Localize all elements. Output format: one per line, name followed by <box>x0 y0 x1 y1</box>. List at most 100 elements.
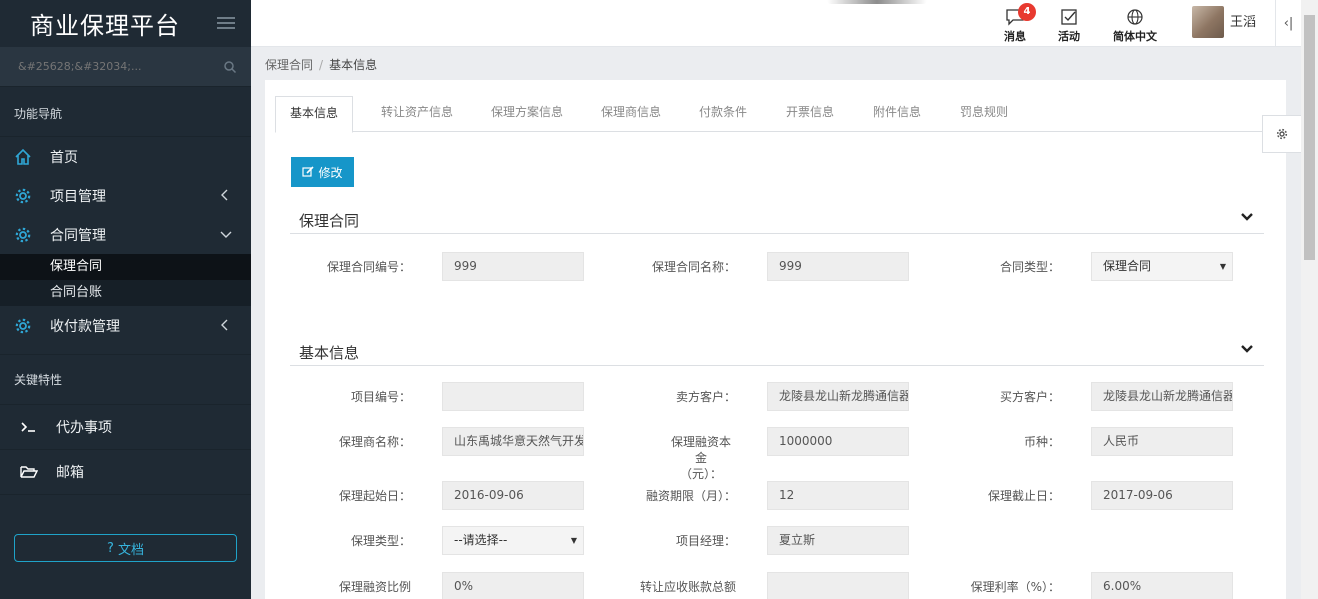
gear-icon <box>14 226 32 244</box>
sidebar-item-project[interactable]: 项目管理 <box>0 176 251 215</box>
sidebar-item-label: 邮箱 <box>56 465 84 481</box>
contract-no-field[interactable]: 999 <box>442 252 584 281</box>
tab-basic-info[interactable]: 基本信息 <box>275 96 354 133</box>
sidebar-item-todo[interactable]: 代办事项 <box>0 405 251 450</box>
question-icon: ? <box>107 540 114 556</box>
hamburger-menu-icon[interactable] <box>217 17 235 32</box>
messages-button[interactable]: 4 消息 <box>1004 3 1036 44</box>
sidebar-item-payments[interactable]: 收付款管理 <box>0 306 251 345</box>
gear-icon <box>14 187 32 205</box>
search-icon[interactable] <box>223 60 237 74</box>
activity-label: 活动 <box>1058 30 1080 43</box>
activity-button[interactable]: 活动 <box>1058 8 1080 44</box>
tab-payment-terms[interactable]: 付款条件 <box>685 96 761 132</box>
sidebar-divider <box>0 345 251 355</box>
buyer-field[interactable]: 龙陵县龙山新龙腾通信器材 <box>1091 382 1233 411</box>
breadcrumb-separator: / <box>319 58 324 72</box>
label-principal-line1: 保理融资本金 <box>670 435 731 465</box>
docs-button[interactable]: ? 文档 <box>14 534 237 562</box>
sidebar-subitem-factoring-contract[interactable]: 保理合同 <box>0 254 251 280</box>
start-date-field[interactable]: 2016-09-06 <box>442 481 584 510</box>
rate-field[interactable]: 6.00% <box>1091 572 1233 599</box>
chevron-down-icon <box>220 231 232 238</box>
sidebar-subitem-contract-ledger[interactable]: 合同台账 <box>0 280 251 306</box>
chevron-left-icon <box>221 319 228 331</box>
language-button[interactable]: 简体中文 <box>1113 8 1157 44</box>
tab-bar: 基本信息 转让资产信息 保理方案信息 保理商信息 付款条件 开票信息 附件信息 … <box>275 96 1264 133</box>
language-label: 简体中文 <box>1113 30 1157 43</box>
checkbox-icon <box>1059 8 1079 26</box>
section-contract-header[interactable]: 保理合同 <box>290 204 1264 234</box>
tab-penalty-rules[interactable]: 罚息规则 <box>946 96 1022 132</box>
chevron-left-bar-icon: ‹| <box>1283 16 1294 31</box>
term-field[interactable]: 12 <box>767 481 909 510</box>
folder-open-icon <box>20 465 38 479</box>
settings-float-button[interactable] <box>1262 115 1302 153</box>
label-factoring-type: 保理类型： <box>350 534 411 548</box>
label-end-date: 保理截止日： <box>987 489 1060 503</box>
tab-invoice-info[interactable]: 开票信息 <box>772 96 848 132</box>
collapse-right-panel-button[interactable]: ‹| <box>1275 0 1301 47</box>
sidebar-item-label: 首页 <box>50 149 78 166</box>
gear-icon <box>14 317 32 335</box>
label-start-date: 保理起始日： <box>338 489 411 503</box>
terminal-icon <box>20 420 38 434</box>
edit-button[interactable]: 修改 <box>291 157 354 187</box>
label-principal: 保理融资本金 （元）： <box>596 434 736 482</box>
sidebar-item-home[interactable]: 首页 <box>0 137 251 176</box>
transfer-total-field[interactable] <box>767 572 909 599</box>
label-seller: 卖方客户： <box>675 390 736 404</box>
principal-field[interactable]: 1000000 <box>767 427 909 456</box>
page-scrollbar[interactable] <box>1301 0 1318 599</box>
chevron-down-icon[interactable] <box>1240 210 1254 224</box>
top-bar: 4 消息 活动 简体中文 王滔 ‹| <box>251 0 1318 47</box>
sidebar-item-label: 项目管理 <box>50 188 106 205</box>
factoring-type-select[interactable]: --请选择-- <box>442 526 584 555</box>
contract-type-select[interactable]: 保理合同 <box>1091 252 1233 281</box>
sidebar-item-mailbox[interactable]: 邮箱 <box>0 450 251 495</box>
end-date-field[interactable]: 2017-09-06 <box>1091 481 1233 510</box>
seller-field[interactable]: 龙陵县龙山新龙腾通信器材 <box>767 382 909 411</box>
search-input[interactable] <box>18 60 198 73</box>
breadcrumb-parent[interactable]: 保理合同 <box>265 58 313 72</box>
feature-section-label: 关键特性 <box>0 355 251 405</box>
section-basic-header[interactable]: 基本信息 <box>290 336 1264 366</box>
chevron-down-icon[interactable] <box>1240 342 1254 356</box>
brand: 商业保理平台 <box>0 0 251 47</box>
label-contract-type: 合同类型： <box>999 260 1060 274</box>
brand-title: 商业保理平台 <box>30 12 180 40</box>
edit-button-label: 修改 <box>318 165 343 180</box>
main-panel: 基本信息 转让资产信息 保理方案信息 保理商信息 付款条件 开票信息 附件信息 … <box>265 80 1286 599</box>
label-manager: 项目经理： <box>675 534 736 548</box>
currency-field[interactable]: 人民币 <box>1091 427 1233 456</box>
project-no-field[interactable] <box>442 382 584 411</box>
sidebar: 商业保理平台 功能导航 首页 项目管理 合同管理 保理合同 合同台账 收付款管理 <box>0 0 251 599</box>
tab-transfer-assets[interactable]: 转让资产信息 <box>367 96 467 132</box>
docs-button-label: 文档 <box>117 542 144 558</box>
edit-icon <box>302 166 315 177</box>
label-project-no: 项目编号： <box>350 390 411 404</box>
label-contract-name: 保理合同名称： <box>651 260 736 274</box>
sidebar-search <box>0 47 251 87</box>
contract-name-field[interactable]: 999 <box>767 252 909 281</box>
sidebar-item-label: 收付款管理 <box>50 318 120 335</box>
factor-name-field[interactable]: 山东禹城华意天然气开发有限公司 <box>442 427 584 456</box>
tab-attachments[interactable]: 附件信息 <box>859 96 935 132</box>
nav-section-label: 功能导航 <box>0 87 251 137</box>
label-term: 融资期限（月）： <box>645 489 736 503</box>
avatar[interactable] <box>1192 6 1224 38</box>
scrollbar-thumb[interactable] <box>1304 15 1315 260</box>
financing-ratio-field[interactable]: 0% <box>442 572 584 599</box>
globe-icon <box>1125 8 1145 26</box>
label-contract-no: 保理合同编号： <box>326 260 411 274</box>
username[interactable]: 王滔 <box>1230 11 1256 30</box>
top-shadow <box>827 0 927 4</box>
label-currency: 币种： <box>1023 435 1060 449</box>
label-financing-ratio: 保理融资比例 <box>338 580 411 594</box>
label-principal-line2: （元）： <box>679 467 722 481</box>
manager-field[interactable]: 夏立斯 <box>767 526 909 555</box>
tab-factor-info[interactable]: 保理商信息 <box>587 96 675 132</box>
section-title: 保理合同 <box>299 212 360 230</box>
tab-factoring-plan[interactable]: 保理方案信息 <box>477 96 577 132</box>
sidebar-item-contract[interactable]: 合同管理 <box>0 215 251 254</box>
